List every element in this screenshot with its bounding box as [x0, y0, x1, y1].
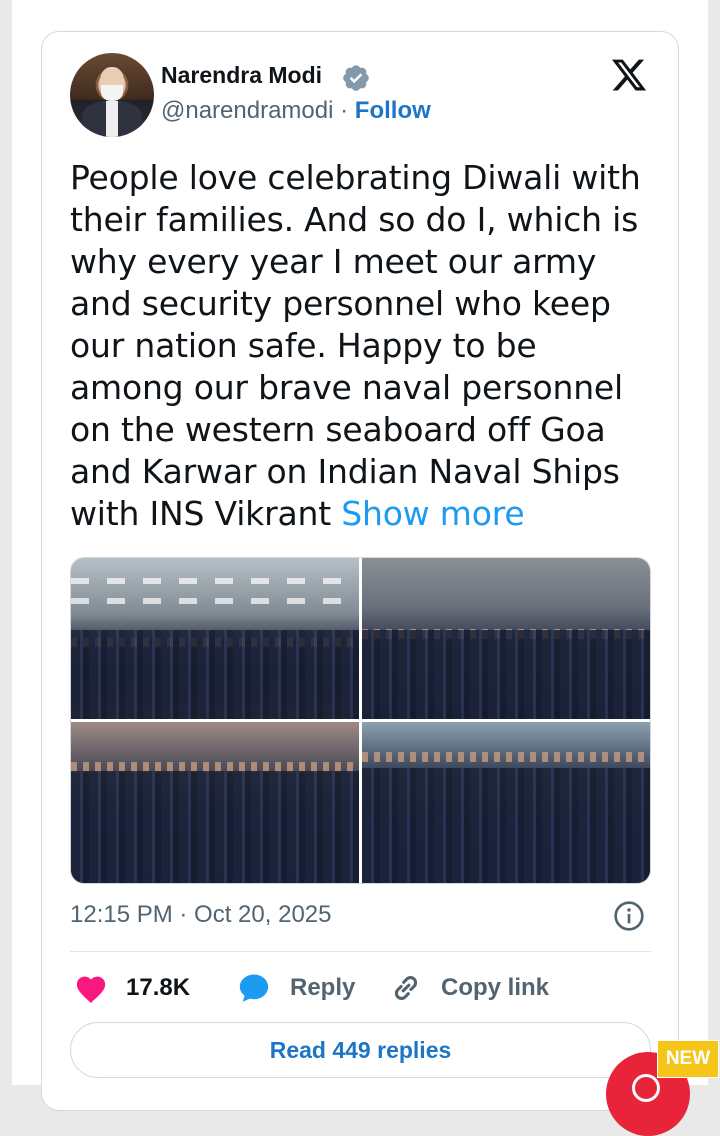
- tweet-timestamp[interactable]: 12:15 PM · Oct 20, 2025: [70, 901, 331, 929]
- search-icon: [632, 1074, 660, 1102]
- follow-button[interactable]: Follow: [355, 97, 431, 124]
- author-handle[interactable]: @narendramodi: [161, 97, 333, 124]
- author-avatar[interactable]: [70, 53, 154, 137]
- reply-button[interactable]: Reply: [236, 968, 355, 1008]
- heart-icon: [76, 976, 106, 1004]
- speech-bubble-icon: [239, 974, 269, 1002]
- tweet-body: People love celebrating Diwali with thei…: [70, 158, 641, 533]
- photo-2[interactable]: [362, 558, 650, 719]
- verified-badge-icon: [343, 65, 369, 91]
- divider: [70, 951, 651, 952]
- show-more-link[interactable]: Show more: [341, 494, 524, 533]
- read-replies-button[interactable]: Read 449 replies: [70, 1022, 651, 1078]
- copy-link-label: Copy link: [441, 974, 550, 1001]
- author-handle-row: @narendramodi · Follow: [161, 97, 431, 125]
- separator-dot: ·: [340, 97, 349, 124]
- new-badge: NEW: [657, 1040, 719, 1078]
- reply-label: Reply: [290, 974, 356, 1001]
- tweet-text: People love celebrating Diwali with thei…: [70, 157, 660, 535]
- info-icon[interactable]: [613, 900, 645, 932]
- like-button[interactable]: 17.8K: [74, 968, 190, 1008]
- photo-1[interactable]: [71, 558, 359, 719]
- media-grid: [70, 557, 651, 884]
- author-name[interactable]: Narendra Modi: [161, 62, 322, 89]
- x-logo-icon[interactable]: [609, 56, 649, 94]
- photo-4[interactable]: [362, 722, 650, 883]
- like-count: 17.8K: [126, 974, 191, 1001]
- photo-3[interactable]: [71, 722, 359, 883]
- copy-link-button[interactable]: Copy link: [389, 968, 549, 1008]
- link-icon: [394, 976, 418, 1000]
